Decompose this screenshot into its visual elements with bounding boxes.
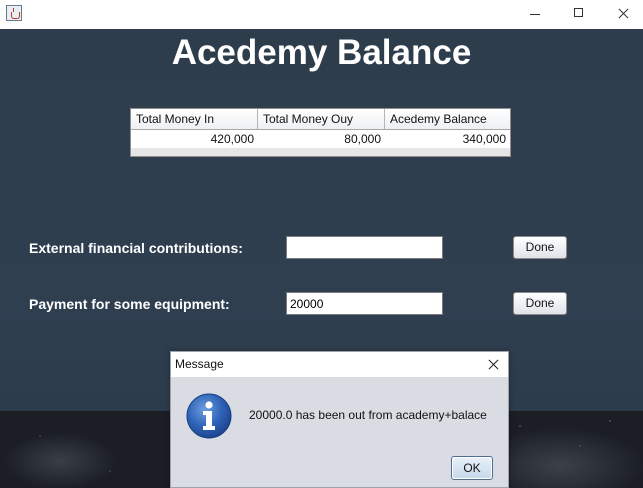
cell-money-out[interactable]: 80,000	[258, 130, 385, 148]
dialog-close-icon[interactable]	[478, 352, 508, 377]
close-window-button[interactable]	[600, 0, 643, 29]
table-header: Total Money In Total Money Ouy Acedemy B…	[131, 109, 510, 130]
dialog-message: 20000.0 has been out from academy+balace	[249, 408, 487, 422]
column-header-balance[interactable]: Acedemy Balance	[385, 109, 510, 129]
equipment-payment-label: Payment for some equipment:	[29, 296, 230, 312]
equipment-payment-input[interactable]	[286, 292, 443, 315]
info-icon	[186, 393, 232, 439]
external-contributions-label: External financial contributions:	[29, 240, 243, 256]
cell-balance[interactable]: 340,000	[385, 130, 510, 148]
column-header-money-in[interactable]: Total Money In	[131, 109, 258, 129]
cell-money-in[interactable]: 420,000	[131, 130, 258, 148]
minimize-button[interactable]	[512, 0, 558, 29]
dialog-title: Message	[175, 357, 224, 371]
table-row[interactable]: 420,000 80,000 340,000	[131, 130, 510, 148]
dialog-body: 20000.0 has been out from academy+balace…	[171, 377, 508, 487]
column-header-money-out[interactable]: Total Money Ouy	[258, 109, 385, 129]
message-dialog: Message 20000.0 has been out from academ…	[170, 351, 509, 488]
external-contributions-input[interactable]	[286, 236, 443, 259]
external-done-button[interactable]: Done	[513, 236, 567, 259]
page-title: Acedemy Balance	[171, 33, 472, 72]
maximize-button[interactable]	[556, 0, 602, 29]
equipment-done-button[interactable]: Done	[513, 292, 567, 315]
dialog-titlebar: Message	[171, 352, 508, 377]
balance-table: Total Money In Total Money Ouy Acedemy B…	[130, 108, 511, 157]
window-titlebar	[0, 0, 643, 29]
java-cup-icon	[6, 5, 22, 21]
ok-button[interactable]: OK	[451, 456, 493, 480]
